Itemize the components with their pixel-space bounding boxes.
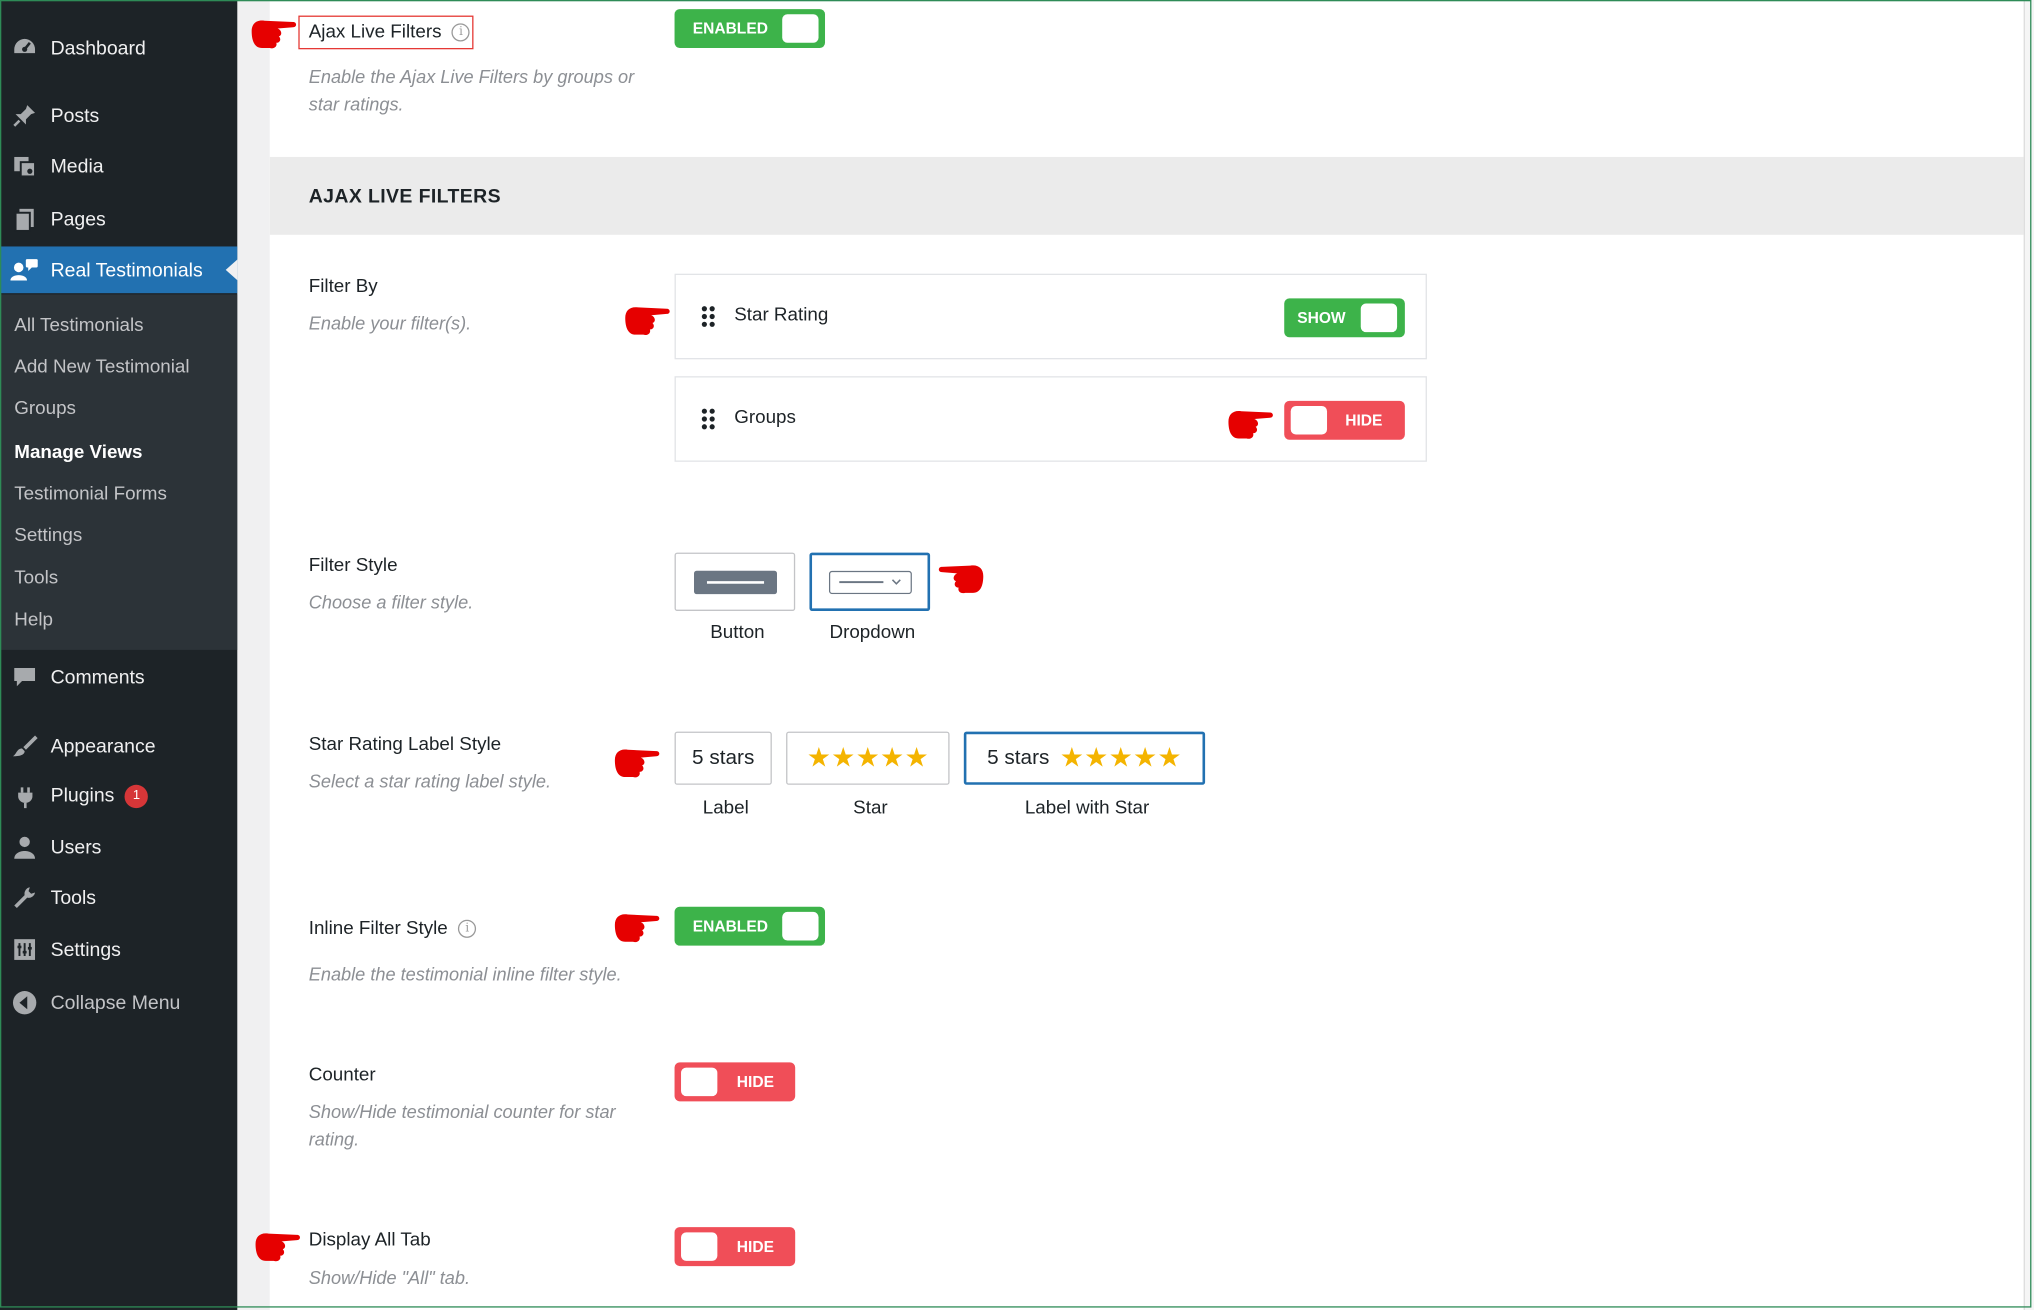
option-caption: Label [702, 797, 749, 819]
comments-icon [10, 663, 39, 692]
label-with-star-option[interactable]: 5 stars ★★★★★ [963, 731, 1206, 785]
pointing-hand-left-icon [938, 565, 984, 594]
pointing-hand-icon [614, 749, 660, 778]
ajax-live-filters-desc: Enable the Ajax Live Filters by groups o… [308, 66, 635, 115]
display-all-tab-toggle[interactable]: HIDE [674, 1227, 796, 1267]
update-count-badge: 1 [124, 784, 149, 809]
display-all-tab-title: Display All Tab [308, 1229, 431, 1251]
menu-media[interactable]: Media [0, 143, 237, 190]
inline-filter-title: Inline Filter Style i [309, 918, 477, 939]
drag-handle-icon[interactable] [701, 306, 715, 327]
star-option[interactable]: ★★★★★ [786, 731, 950, 785]
submenu-help[interactable]: Help [14, 610, 53, 631]
testimonials-icon [10, 256, 39, 285]
ajax-live-filters-toggle[interactable]: ENABLED [674, 9, 826, 48]
filter-style-title: Filter Style [308, 555, 398, 576]
star-label-style-desc: Select a star rating label style. [308, 770, 552, 792]
menu-real-testimonials[interactable]: Real Testimonials [0, 246, 238, 294]
plugin-icon [10, 782, 39, 811]
info-icon[interactable]: i [451, 23, 471, 42]
option-caption: Star [853, 797, 888, 819]
media-icon [10, 152, 39, 181]
toggle-knob [681, 1067, 718, 1097]
pointing-hand-icon [614, 914, 660, 943]
filter-row-star-rating[interactable]: Star Rating SHOW [674, 273, 1427, 360]
submenu-testimonial-forms[interactable]: Testimonial Forms [14, 484, 167, 505]
dropdown-style-icon [828, 570, 912, 594]
menu-posts[interactable]: Posts [0, 92, 237, 139]
star-rating-icon: ★★★★★ [806, 743, 929, 774]
settings-icon [10, 935, 39, 964]
menu-appearance[interactable]: Appearance [0, 723, 237, 770]
menu-pages[interactable]: Pages [0, 196, 237, 243]
filter-style-dropdown-option[interactable] [809, 552, 931, 611]
option-caption: Dropdown [829, 622, 916, 644]
testimonials-submenu: All Testimonials Add New Testimonial Gro… [0, 294, 238, 650]
pointing-hand-icon [625, 307, 670, 336]
toggle-knob [782, 911, 819, 941]
wrench-icon [10, 883, 39, 912]
menu-settings[interactable]: Settings [0, 926, 237, 973]
star-rating-show-toggle[interactable]: SHOW [1284, 298, 1405, 338]
menu-users[interactable]: Users [0, 824, 237, 871]
menu-comments[interactable]: Comments [0, 654, 237, 701]
groups-hide-toggle[interactable]: HIDE [1284, 400, 1405, 440]
pin-icon [10, 101, 39, 130]
admin-sidebar: Dashboard Posts Media Pages Real Testimo… [0, 0, 238, 1310]
filter-style-desc: Choose a filter style. [308, 591, 474, 613]
info-icon[interactable]: i [458, 919, 477, 939]
inline-filter-toggle[interactable]: ENABLED [674, 906, 826, 946]
filter-row-groups[interactable]: Groups HIDE [674, 376, 1427, 462]
dashboard-icon [10, 34, 39, 63]
star-label-style-title: Star Rating Label Style [308, 734, 502, 755]
submenu-add-new[interactable]: Add New Testimonial [14, 357, 189, 378]
menu-collapse[interactable]: Collapse Menu [0, 979, 237, 1026]
counter-toggle[interactable]: HIDE [674, 1062, 796, 1102]
menu-tools[interactable]: Tools [0, 874, 237, 921]
filter-by-desc: Enable your filter(s). [308, 312, 472, 334]
scrollbar[interactable] [2023, 0, 2034, 1310]
menu-dashboard[interactable]: Dashboard [0, 25, 237, 72]
submenu-settings[interactable]: Settings [14, 525, 82, 546]
filter-row-label: Groups [734, 407, 796, 429]
pointing-hand-icon [1228, 410, 1273, 439]
counter-desc: Show/Hide testimonial counter for star r… [308, 1101, 616, 1150]
submenu-groups[interactable]: Groups [14, 398, 76, 419]
inline-filter-desc: Enable the testimonial inline filter sty… [308, 963, 622, 985]
section-title: AJAX LIVE FILTERS [308, 185, 501, 208]
option-caption: Button [710, 622, 765, 644]
menu-plugins[interactable]: Plugins 1 [0, 773, 237, 820]
pointing-hand-icon [251, 20, 297, 49]
toggle-knob [1360, 303, 1398, 333]
section-header [269, 156, 2024, 235]
toggle-knob [1290, 406, 1328, 435]
submenu-all-testimonials[interactable]: All Testimonials [14, 315, 143, 336]
pointing-hand-icon [255, 1233, 300, 1262]
display-all-tab-desc: Show/Hide "All" tab. [308, 1267, 471, 1289]
star-rating-icon: ★★★★★ [1059, 743, 1182, 774]
pages-icon [10, 205, 39, 234]
filter-by-title: Filter By [308, 276, 378, 298]
drag-handle-icon[interactable] [701, 408, 715, 430]
brush-icon [10, 732, 39, 761]
button-style-icon [693, 570, 777, 594]
submenu-manage-views[interactable]: Manage Views [14, 442, 142, 463]
label-option[interactable]: 5 stars [674, 731, 772, 785]
ajax-live-filters-title: Ajax Live Filters i [309, 22, 471, 43]
content-gutter [237, 0, 270, 1310]
filter-style-button-option[interactable] [674, 552, 796, 611]
counter-title: Counter [308, 1065, 376, 1086]
user-icon [10, 833, 39, 862]
toggle-knob [681, 1232, 718, 1261]
collapse-icon [10, 988, 39, 1017]
submenu-tools[interactable]: Tools [14, 568, 58, 589]
toggle-knob [782, 14, 819, 43]
filter-row-label: Star Rating [734, 304, 829, 326]
option-caption: Label with Star [1024, 797, 1150, 819]
